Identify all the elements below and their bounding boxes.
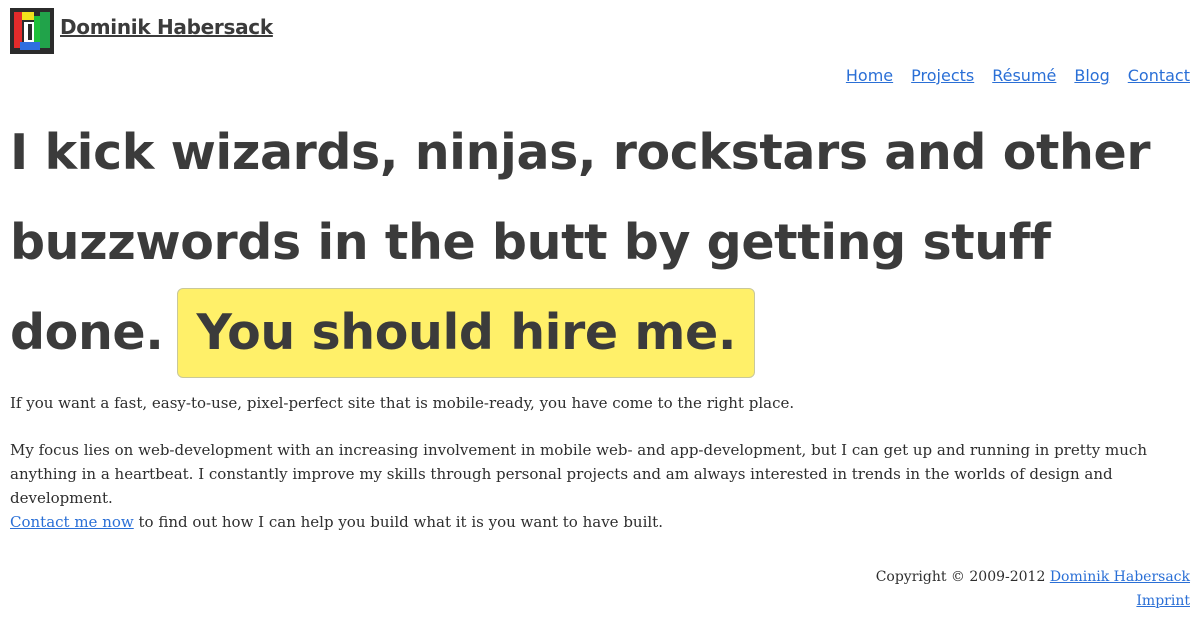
focus-paragraph: My focus lies on web-development with an… (10, 441, 1147, 507)
nav-item-resume[interactable]: Résumé (992, 66, 1056, 85)
intro-paragraph: If you want a fast, easy-to-use, pixel-p… (10, 394, 795, 412)
nav-item-blog[interactable]: Blog (1074, 66, 1109, 85)
contact-paragraph-text: to find out how I can help you build wha… (133, 513, 663, 531)
footer-author-link[interactable]: Dominik Habersack (1050, 569, 1190, 585)
site-logo-icon[interactable] (10, 8, 54, 54)
copyright-text: Copyright © 2009-2012 (875, 569, 1050, 585)
nav-item-contact[interactable]: Contact (1128, 66, 1190, 85)
contact-paragraph: Contact me now to find out how I can hel… (10, 510, 1190, 534)
imprint-link[interactable]: Imprint (1136, 593, 1190, 609)
contact-me-link[interactable]: Contact me now (10, 513, 134, 531)
site-name-link[interactable]: Dominik Habersack (60, 15, 273, 39)
hire-me-highlight: You should hire me. (177, 288, 756, 378)
nav-item-projects[interactable]: Projects (911, 66, 974, 85)
site-header: Dominik Habersack (10, 8, 273, 54)
main-nav: Home Projects Résumé Blog Contact (828, 66, 1190, 85)
hero-headline: I kick wizards, ninjas, rockstars and ot… (10, 108, 1190, 378)
nav-item-home[interactable]: Home (846, 66, 893, 85)
site-footer: Copyright © 2009-2012 Dominik Habersack … (876, 565, 1190, 613)
copyright-line: Copyright © 2009-2012 Dominik Habersack (876, 565, 1190, 589)
